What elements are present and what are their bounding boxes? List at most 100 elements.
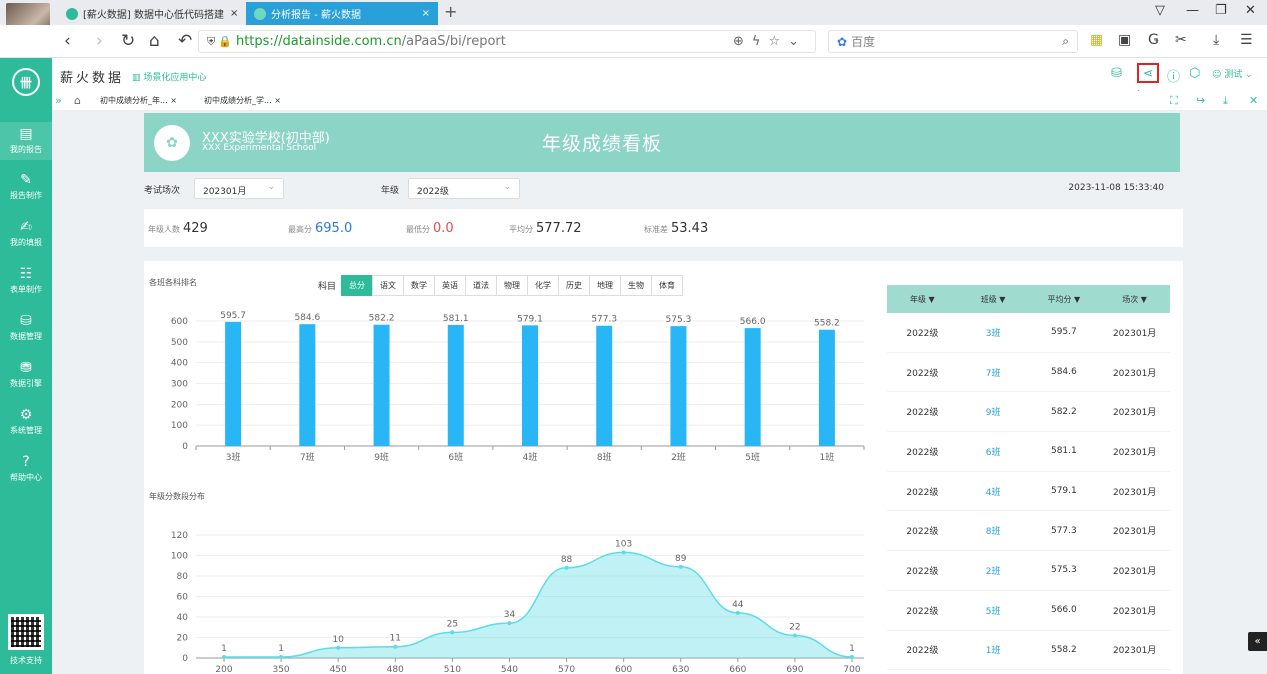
window-close-icon[interactable]: ✕ (1245, 3, 1256, 18)
new-tab-button[interactable]: + (444, 2, 457, 21)
extension-icon[interactable]: ▣ (1118, 32, 1131, 48)
fullscreen-icon[interactable]: ⛶ (1170, 94, 1178, 108)
subject-option[interactable]: 地理 (589, 275, 622, 296)
point-value-label: 103 (615, 539, 632, 549)
restore-icon[interactable]: ❐ (1215, 3, 1227, 18)
table-cell-link[interactable]: 2班 (958, 564, 1029, 577)
browser-tab-report[interactable]: 分析报告 - 薪火数据 × (246, 2, 438, 25)
table-row: 2022级 7班 584.6 202301月 (887, 353, 1170, 393)
close-icon[interactable]: × (170, 96, 177, 105)
app-logo-icon[interactable]: 卌 (12, 68, 40, 96)
table-cell-link[interactable]: 3班 (958, 326, 1029, 339)
table-cell-link[interactable]: 4班 (958, 485, 1029, 498)
table-cell-link[interactable]: 1班 (958, 643, 1029, 656)
table-cell-link[interactable]: 6班 (958, 445, 1029, 458)
table-cell: 2022级 (906, 487, 939, 498)
browser-tab-datacenter[interactable]: [薪火数据] 数据中心低代码搭建 × (58, 2, 246, 25)
sidebar-item-my-reports[interactable]: ▤ 我的报告 (0, 122, 52, 160)
url-actions[interactable]: ⊕ϟ☆⌄ (733, 34, 807, 49)
app-center-link[interactable]: ▥ 场景化应用中心 (132, 70, 206, 83)
report-banner: ✿ XXX实验学校(初中部) XXX Experimental School 年… (144, 113, 1180, 172)
subject-option[interactable]: 总分 (341, 275, 374, 296)
table-cell-link[interactable]: 5班 (958, 604, 1029, 617)
subject-option[interactable]: 历史 (558, 275, 591, 296)
subject-option[interactable]: 生物 (620, 275, 653, 296)
point-value-label: 1 (849, 644, 855, 654)
search-icon[interactable]: ⌕ (1062, 34, 1069, 49)
download-icon[interactable]: ⤓ (1223, 94, 1228, 108)
menu-icon[interactable]: ☰ (1240, 32, 1253, 48)
cube-icon[interactable]: ⬡ (1189, 66, 1200, 81)
page-tab-grade-analysis[interactable]: 初中成绩分析_年... × (100, 95, 177, 106)
search-input[interactable]: ✿ 百度 ⌕ (828, 30, 1078, 53)
sidebar-item-report-make[interactable]: ✎ 报告制作 (0, 172, 52, 201)
download-icon[interactable]: ⤓ (1213, 32, 1219, 48)
table-cell-link[interactable]: 9班 (958, 405, 1029, 418)
table-header-cell[interactable]: 场次 ▼ (1099, 294, 1170, 305)
x-tick-label: 450 (330, 665, 347, 674)
sidebar-item-data-engine[interactable]: ⛃ 数据引擎 (0, 360, 52, 389)
filter-bar: 考试场次 202301月 ⌄ 年级 2022级 ⌄ 2023-11-08 15:… (144, 177, 1184, 201)
sidebar-item-my-fill[interactable]: ✍ 我的填报 (0, 219, 52, 248)
y-tick-label: 20 (177, 634, 189, 644)
table-header-cell[interactable]: 平均分 ▼ (1029, 294, 1100, 305)
scissors-icon[interactable]: ✂ (1175, 32, 1187, 48)
share-button[interactable]: ⋖ (1137, 63, 1159, 83)
table-header-cell[interactable]: 年级 ▼ (887, 294, 958, 305)
collapse-panel-icon[interactable]: « (1248, 632, 1267, 651)
table-cell: 202301月 (1112, 527, 1157, 538)
subject-option[interactable]: 化学 (527, 275, 560, 296)
stat-max-score: 最高分 695.0 (288, 221, 352, 236)
close-icon[interactable]: × (224, 8, 238, 19)
page-tab-student-analysis[interactable]: 初中成绩分析_学... × (204, 95, 281, 106)
subject-option[interactable]: 体育 (651, 275, 684, 296)
home-icon[interactable]: ⌂ (149, 31, 160, 51)
table-cell-link[interactable]: 7班 (958, 366, 1029, 379)
sidebar-item-help[interactable]: ? 帮助中心 (0, 454, 52, 483)
close-icon[interactable]: ✕ (1249, 94, 1258, 107)
shirt-icon[interactable]: ▽ (1155, 3, 1165, 18)
area-point (393, 644, 398, 649)
help-icon: ? (22, 454, 30, 470)
stat-min-score: 最低分 0.0 (406, 221, 454, 236)
area-point (222, 654, 226, 659)
table-cell: 2022级 (906, 527, 939, 538)
reload-icon[interactable]: ↻ (121, 31, 135, 51)
subject-option[interactable]: 数学 (403, 275, 436, 296)
subject-option[interactable]: 英语 (434, 275, 467, 296)
data-source-icon[interactable]: ⛁ (1111, 66, 1122, 81)
forward-share-icon[interactable]: ↪ (1196, 94, 1205, 107)
subject-option[interactable]: 物理 (496, 275, 529, 296)
sidebar-item-data-manage[interactable]: ⛁ 数据管理 (0, 313, 52, 342)
forward-icon[interactable]: › (96, 31, 103, 51)
table-cell: 2022级 (906, 646, 939, 657)
home-icon[interactable]: ⌂ (74, 94, 81, 107)
close-icon[interactable]: × (274, 96, 281, 105)
apps-icon[interactable]: ▦ (1090, 32, 1103, 48)
subject-option[interactable]: 语文 (372, 275, 405, 296)
back-icon[interactable]: ‹ (64, 31, 71, 51)
table-cell: 202301月 (1112, 408, 1157, 419)
minimize-icon[interactable]: — (1186, 3, 1199, 18)
engine-icon: ⛃ (20, 360, 32, 376)
translate-icon[interactable]: Ǥ (1148, 32, 1159, 48)
sidebar-item-form-make[interactable]: ☷ 表单制作 (0, 266, 52, 295)
undo-icon[interactable]: ↶ (178, 31, 192, 51)
table-cell: 579.1 (1050, 486, 1077, 497)
bar (447, 324, 464, 446)
y-tick-label: 80 (177, 572, 189, 582)
close-icon[interactable]: × (416, 8, 430, 19)
subject-option[interactable]: 道法 (465, 275, 498, 296)
user-menu[interactable]: ☺ 测试 ⌄ (1212, 67, 1253, 80)
help-circle-icon[interactable]: ⓘ (1167, 66, 1180, 85)
table-cell: 202301月 (1112, 447, 1157, 458)
url-input[interactable]: ⛨ 🔒 https://datainside.com.cn/aPaaS/bi/r… (198, 30, 816, 53)
grade-select[interactable]: 2022级 ⌄ (408, 178, 520, 199)
expand-sidebar-icon[interactable]: » (55, 94, 62, 107)
sidebar-item-system[interactable]: ⚙ 系统管理 (0, 407, 52, 436)
tech-support-label[interactable]: 技术支持 (0, 655, 52, 666)
site-favicon-icon (254, 7, 266, 20)
table-cell-link[interactable]: 8班 (958, 524, 1029, 537)
exam-select[interactable]: 202301月 ⌄ (194, 178, 284, 199)
table-header-cell[interactable]: 班级 ▼ (958, 294, 1029, 305)
